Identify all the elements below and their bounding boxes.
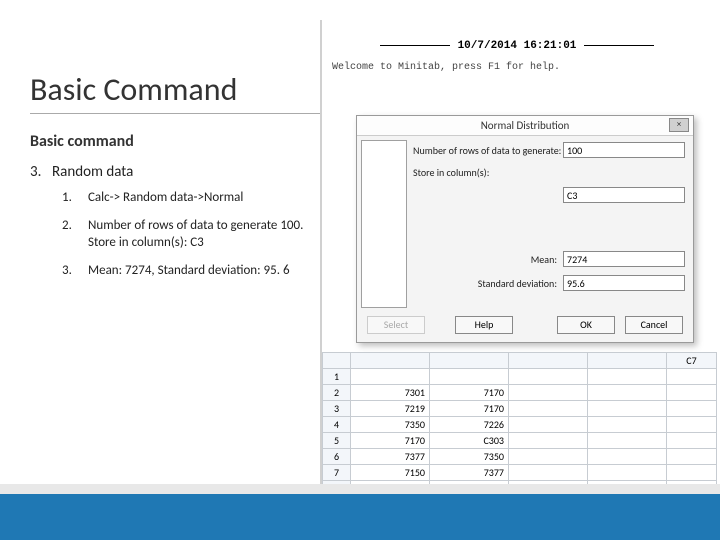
sub-text: Mean: 7274, Standard deviation: 95. 6	[88, 262, 290, 280]
cell[interactable]	[588, 449, 667, 465]
step-main: 3. Random data	[30, 163, 320, 181]
slide-light-bar	[0, 484, 720, 494]
rows-label: Number of rows of data to generate:	[413, 144, 563, 157]
cell[interactable]	[667, 433, 717, 449]
cell[interactable]	[430, 369, 509, 385]
cell[interactable]	[588, 433, 667, 449]
sub-num: 1.	[62, 189, 88, 207]
slide-blue-bar	[0, 494, 720, 540]
session-welcome: Welcome to Minitab, press F1 for help.	[332, 62, 702, 73]
session-timestamp: 10/7/2014 16:21:01	[332, 40, 702, 52]
cell[interactable]	[667, 465, 717, 481]
cell[interactable]	[509, 433, 588, 449]
cell[interactable]: 7350	[430, 449, 509, 465]
col-header-c7[interactable]: C7	[667, 353, 717, 369]
cell[interactable]: C303	[430, 433, 509, 449]
minitab-screenshot: 10/7/2014 16:21:01 Welcome to Minitab, p…	[320, 20, 715, 525]
row-header[interactable]: 6	[323, 449, 351, 465]
close-icon[interactable]: ×	[669, 118, 689, 132]
sub-step-3: 3. Mean: 7274, Standard deviation: 95. 6	[62, 262, 320, 280]
mean-label: Mean:	[413, 253, 563, 266]
row-header[interactable]: 7	[323, 465, 351, 481]
row-header[interactable]: 3	[323, 401, 351, 417]
cell[interactable]	[667, 417, 717, 433]
cell[interactable]: 7219	[351, 401, 430, 417]
slide-title: Basic Command	[30, 70, 320, 114]
help-button[interactable]: Help	[455, 316, 513, 334]
sub-num: 3.	[62, 262, 88, 280]
row-header[interactable]: 2	[323, 385, 351, 401]
row-header[interactable]: 1	[323, 369, 351, 385]
cell[interactable]: 7150	[351, 465, 430, 481]
sub-num: 2.	[62, 217, 88, 252]
cell[interactable]	[509, 401, 588, 417]
step-main-num: 3.	[30, 163, 52, 181]
cell[interactable]: 7170	[430, 385, 509, 401]
cell[interactable]: 7301	[351, 385, 430, 401]
cell[interactable]: 7170	[351, 433, 430, 449]
cell[interactable]	[667, 449, 717, 465]
session-window: 10/7/2014 16:21:01 Welcome to Minitab, p…	[332, 40, 702, 73]
mean-input[interactable]	[563, 251, 685, 267]
std-label: Standard deviation:	[413, 277, 563, 290]
std-input[interactable]	[563, 275, 685, 291]
row-header[interactable]: 5	[323, 433, 351, 449]
dialog-title-text: Normal Distribution	[481, 119, 570, 132]
col-header[interactable]	[351, 353, 430, 369]
cell[interactable]	[509, 385, 588, 401]
rows-input[interactable]	[563, 142, 685, 158]
sub-step-1: 1. Calc-> Random data->Normal	[62, 189, 320, 207]
sub-text: Calc-> Random data->Normal	[88, 189, 243, 207]
dialog-titlebar: Normal Distribution ×	[357, 116, 693, 136]
cell[interactable]	[351, 369, 430, 385]
row-header[interactable]: 4	[323, 417, 351, 433]
store-label: Store in column(s):	[413, 166, 563, 179]
corner-cell	[323, 353, 351, 369]
cell[interactable]: 7226	[430, 417, 509, 433]
column-listbox[interactable]	[361, 140, 407, 308]
cell[interactable]	[667, 385, 717, 401]
cell[interactable]	[509, 465, 588, 481]
cell[interactable]	[588, 465, 667, 481]
cancel-button[interactable]: Cancel	[625, 316, 683, 334]
cell[interactable]	[667, 401, 717, 417]
cell[interactable]	[509, 369, 588, 385]
step-main-text: Random data	[52, 163, 133, 181]
select-button[interactable]: Select	[367, 316, 425, 334]
sub-step-2: 2. Number of rows of data to generate 10…	[62, 217, 320, 252]
col-header[interactable]	[588, 353, 667, 369]
cell[interactable]	[509, 449, 588, 465]
cell[interactable]	[509, 417, 588, 433]
cell[interactable]	[588, 417, 667, 433]
cell[interactable]	[588, 369, 667, 385]
ok-button[interactable]: OK	[557, 316, 615, 334]
cell[interactable]: 7350	[351, 417, 430, 433]
slide-subtitle: Basic command	[30, 132, 320, 151]
cell[interactable]: 7377	[351, 449, 430, 465]
cell[interactable]	[588, 401, 667, 417]
col-header[interactable]	[509, 353, 588, 369]
cell[interactable]: 7170	[430, 401, 509, 417]
col-header[interactable]	[430, 353, 509, 369]
sub-text: Number of rows of data to generate 100. …	[88, 217, 320, 252]
cell[interactable]	[588, 385, 667, 401]
normal-distribution-dialog: Normal Distribution × Number of rows of …	[356, 115, 694, 343]
cell[interactable]: 7377	[430, 465, 509, 481]
cell[interactable]	[667, 369, 717, 385]
store-input[interactable]	[563, 187, 685, 203]
